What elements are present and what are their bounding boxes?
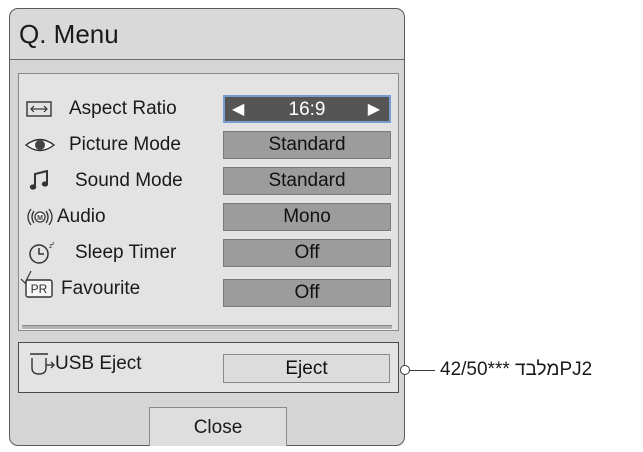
audio-label: Audio: [57, 206, 106, 227]
usb-icon: [27, 351, 57, 377]
svg-text:M: M: [37, 215, 43, 222]
sound-mode-label: Sound Mode: [75, 170, 183, 191]
menu-item-sleep-timer[interactable]: z z Sleep Timer Off: [19, 238, 398, 268]
menu-title: Q. Menu: [10, 9, 404, 60]
aspect-ratio-value[interactable]: ◀ 16:9 ▶: [223, 95, 391, 123]
svg-text:PR: PR: [31, 282, 48, 296]
audio-icon: M: [23, 204, 57, 230]
eye-icon: [23, 132, 57, 158]
callout-dot: [400, 365, 410, 375]
aspect-ratio-icon: [25, 96, 53, 122]
favourite-value[interactable]: Off: [223, 279, 391, 307]
sound-mode-value[interactable]: Standard: [223, 167, 391, 195]
sleep-timer-value[interactable]: Off: [223, 239, 391, 267]
aspect-ratio-value-text: 16:9: [288, 99, 326, 120]
audio-value[interactable]: Mono: [223, 203, 391, 231]
favourite-label: Favourite: [61, 278, 141, 299]
picture-mode-label: Picture Mode: [69, 134, 181, 155]
menu-item-aspect-ratio[interactable]: Aspect Ratio ◀ 16:9 ▶: [19, 94, 398, 124]
quick-menu-panel: Q. Menu Aspect Ratio ◀ 16:9 ▶ Picture Mo…: [9, 8, 405, 446]
sleep-timer-label: Sleep Timer: [75, 242, 177, 263]
menu-item-sound-mode[interactable]: Sound Mode Standard: [19, 166, 398, 196]
divider: [22, 325, 392, 330]
menu-list: Aspect Ratio ◀ 16:9 ▶ Picture Mode Stand…: [18, 73, 399, 331]
menu-item-audio[interactable]: M Audio Mono: [19, 202, 398, 232]
svg-text:z: z: [52, 241, 55, 247]
close-button[interactable]: Close: [149, 407, 287, 446]
favourite-pr-icon: PR: [19, 268, 57, 302]
menu-item-picture-mode[interactable]: Picture Mode Standard: [19, 130, 398, 160]
eject-button[interactable]: Eject: [223, 354, 390, 383]
picture-mode-value[interactable]: Standard: [223, 131, 391, 159]
usb-eject-section: USB Eject Eject: [18, 342, 399, 393]
usb-eject-label: USB Eject: [55, 353, 142, 374]
menu-item-favourite[interactable]: PR Favourite Off: [19, 270, 398, 307]
callout-text: מלבד ***42/50PJ2: [440, 359, 593, 380]
music-note-icon: [27, 168, 51, 194]
aspect-ratio-label: Aspect Ratio: [69, 98, 177, 119]
right-arrow-icon[interactable]: ▶: [368, 97, 380, 123]
left-arrow-icon[interactable]: ◀: [232, 97, 244, 123]
sleep-timer-icon: z z: [27, 240, 57, 266]
